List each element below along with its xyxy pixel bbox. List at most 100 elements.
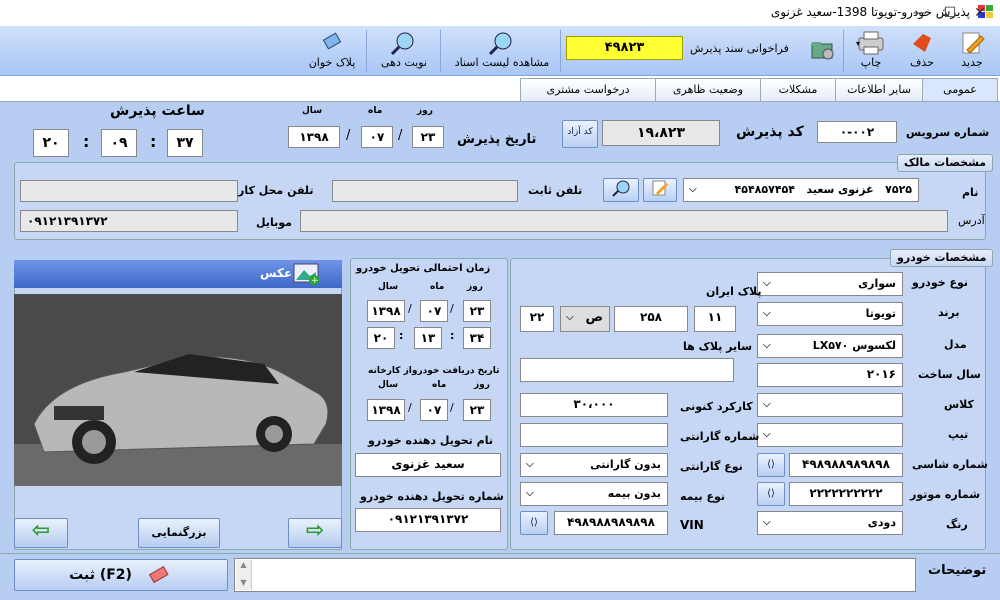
- notes-scrollbar[interactable]: ▲ ▼: [236, 560, 252, 590]
- build-year-field[interactable]: ۲۰۱۶: [757, 363, 903, 387]
- vin-label: VIN: [680, 518, 704, 532]
- warranty-number-field[interactable]: [520, 423, 668, 447]
- delete-button[interactable]: حذف: [902, 28, 942, 74]
- plate-letter-value: ص: [585, 310, 604, 325]
- zoom-button[interactable]: بزرگنمایی: [138, 518, 220, 548]
- plate-letter-select[interactable]: ⌵ ص: [560, 306, 610, 332]
- notes-label: توضیحات: [928, 563, 987, 578]
- engine-lookup-button[interactable]: ⟨⟩: [757, 482, 785, 506]
- other-plates-field[interactable]: [520, 358, 734, 382]
- plate-reader-button[interactable]: پلاک خوان: [300, 28, 364, 74]
- vehicle-type-value: سواری: [858, 277, 896, 290]
- brand-select[interactable]: ⌵ تویوتا: [757, 302, 903, 326]
- tab-appearance[interactable]: وضعیت ظاهری: [655, 78, 761, 102]
- reception-time-label: ساعت پذیرش: [110, 103, 205, 119]
- warranty-type-select[interactable]: ⌵ بدون گارانتی: [520, 453, 668, 477]
- svg-text:▾: ▾: [856, 39, 860, 48]
- plate-part-b-field[interactable]: ۲۵۸: [614, 306, 688, 332]
- view-list-label: مشاهده لیست اسناد: [454, 56, 550, 69]
- delivery-time-label: زمان احتمالی تحویل خودرو: [356, 263, 491, 274]
- notes-field[interactable]: [234, 558, 916, 592]
- date-separator: /: [398, 128, 403, 143]
- class-select[interactable]: ⌵: [757, 393, 903, 417]
- tab-general[interactable]: عمومی: [922, 78, 998, 102]
- chassis-label: شماره شاسی: [912, 458, 988, 471]
- year-label: سال: [302, 106, 323, 116]
- engine-field[interactable]: ۲۲۲۲۲۲۲۲۲۲: [789, 482, 903, 506]
- chassis-field[interactable]: ۴۹۸۹۸۸۹۸۹۸۹۸: [789, 453, 903, 477]
- vin-field[interactable]: ۴۹۸۹۸۸۹۸۹۸۹۸: [554, 511, 668, 535]
- insurance-type-select[interactable]: ⌵ بدون بیمه: [520, 482, 668, 506]
- deliverer-phone-field[interactable]: ۰۹۱۲۱۳۹۱۳۷۲: [355, 508, 501, 532]
- reception-second-field[interactable]: ۳۷: [167, 129, 203, 157]
- free-code-button[interactable]: کد آزاد: [562, 120, 598, 148]
- edit-owner-button[interactable]: [643, 178, 677, 202]
- work-phone-label: تلفن محل کار: [238, 184, 314, 197]
- reception-year-field[interactable]: ۱۳۹۸: [288, 126, 340, 148]
- magnifier-icon: [390, 32, 414, 56]
- tip-label: تیپ: [948, 428, 969, 441]
- vin-lookup-button[interactable]: ⟨⟩: [520, 511, 548, 535]
- date-separator: /: [450, 401, 454, 414]
- eraser-icon: [322, 32, 342, 50]
- month-label: ماه: [368, 106, 383, 116]
- delivery-month-field[interactable]: ۰۷: [420, 300, 448, 322]
- delivery-minute-field[interactable]: ۳۴: [463, 327, 491, 349]
- document-number-field[interactable]: ۴۹۸۲۳: [566, 36, 683, 60]
- reception-minute-field[interactable]: ۰۹: [101, 129, 137, 157]
- chassis-lookup-button[interactable]: ⟨⟩: [757, 453, 785, 477]
- plate-part-c-field[interactable]: ۲۲: [520, 306, 554, 332]
- folder-icon[interactable]: [810, 38, 836, 65]
- tab-other-info[interactable]: سایر اطلاعات: [835, 78, 923, 102]
- tab-customer-request[interactable]: درخواست مشتری: [520, 78, 656, 102]
- tab-problems[interactable]: مشکلات: [760, 78, 836, 102]
- address-field[interactable]: [300, 210, 948, 232]
- mileage-field[interactable]: ۳۰،۰۰۰: [520, 393, 668, 417]
- phone-field[interactable]: [332, 180, 518, 202]
- service-number-field[interactable]: ۰-۰۰۲: [817, 121, 897, 143]
- factory-year-field[interactable]: ۱۳۹۸: [367, 399, 405, 421]
- factory-date-label: تاریخ دریافت خودرواز کارخانه: [368, 366, 500, 376]
- toolbar-separator: [440, 30, 441, 72]
- delivery-year-field[interactable]: ۱۳۹۸: [367, 300, 405, 322]
- deliverer-name-field[interactable]: سعید غزنوی: [355, 453, 501, 477]
- print-button[interactable]: ▾ چاپ: [848, 28, 894, 74]
- prev-photo-button[interactable]: ⇦: [14, 518, 68, 548]
- engine-label: شماره موتور: [910, 488, 981, 501]
- vehicle-type-select[interactable]: ⌵ سواری: [757, 272, 903, 296]
- delivery-day-field[interactable]: ۲۳: [463, 300, 491, 322]
- add-photo-icon[interactable]: +: [292, 262, 322, 289]
- owner-name: غزنوی سعید: [806, 183, 874, 196]
- chevron-down-icon: ⌵: [763, 429, 771, 440]
- factory-month-field[interactable]: ۰۷: [420, 399, 448, 421]
- work-phone-field[interactable]: [20, 180, 238, 202]
- reception-hour-field[interactable]: ۲۰: [33, 129, 69, 157]
- view-list-button[interactable]: مشاهده لیست اسناد: [446, 28, 558, 74]
- reception-day-field[interactable]: ۲۳: [412, 126, 444, 148]
- next-photo-button[interactable]: ⇨: [288, 518, 342, 548]
- delivery-hour-field[interactable]: ۱۳: [414, 327, 442, 349]
- search-owner-button[interactable]: [603, 178, 639, 202]
- owner-select[interactable]: ⌵ ۷۵۲۵ غزنوی سعید ۴۵۴۸۵۷۴۵۴: [683, 178, 919, 202]
- reception-code-label: کد پذیرش: [736, 124, 804, 140]
- pencil-icon: [652, 180, 668, 196]
- mobile-label: موبایل: [256, 216, 292, 229]
- turn-label: نوبت دهی: [381, 56, 427, 69]
- tip-select[interactable]: ⌵: [757, 423, 903, 447]
- brand-value: تویوتا: [865, 307, 896, 320]
- save-button[interactable]: ثبت (F2): [14, 559, 228, 591]
- other-plates-label: سایر پلاک ها: [683, 340, 753, 353]
- delivery-second-field[interactable]: ۲۰: [367, 327, 395, 349]
- mobile-field[interactable]: ۰۹۱۲۱۳۹۱۳۷۲: [20, 210, 238, 232]
- color-select[interactable]: ⌵ دودی: [757, 511, 903, 535]
- reception-code-field[interactable]: ۱۹،۸۲۳: [602, 120, 720, 146]
- close-button[interactable]: ✕: [960, 0, 1000, 26]
- chevron-down-icon: ⌵: [763, 308, 771, 319]
- reception-month-field[interactable]: ۰۷: [361, 126, 393, 148]
- model-select[interactable]: ⌵ لکسوس LX۵۷۰: [757, 334, 903, 358]
- factory-day-field[interactable]: ۲۳: [463, 399, 491, 421]
- plate-part-a-field[interactable]: ۱۱: [694, 306, 736, 332]
- new-button[interactable]: جدید: [952, 28, 992, 74]
- time-separator: :: [83, 132, 90, 151]
- turn-button[interactable]: نوبت دهی: [372, 28, 436, 74]
